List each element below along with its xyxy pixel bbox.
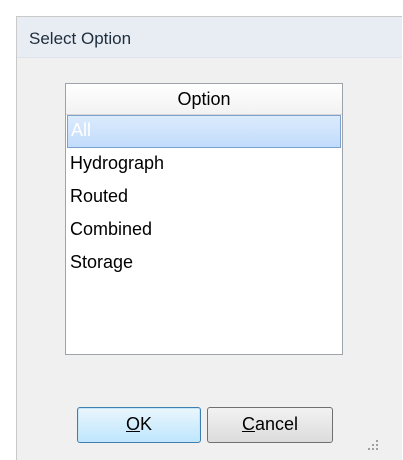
cancel-button[interactable]: Cancel bbox=[207, 407, 333, 443]
list-item-all[interactable]: All bbox=[67, 115, 341, 148]
list-item-combined[interactable]: Combined bbox=[66, 214, 342, 247]
dialog-title: Select Option bbox=[29, 29, 132, 48]
list-item-storage[interactable]: Storage bbox=[66, 247, 342, 280]
option-listbox[interactable]: Option All Hydrograph Routed Combined St… bbox=[65, 83, 343, 355]
list-item-hydrograph[interactable]: Hydrograph bbox=[66, 148, 342, 181]
list-column-header[interactable]: Option bbox=[66, 84, 342, 115]
cancel-button-label: ancel bbox=[254, 414, 299, 434]
ok-button[interactable]: OK bbox=[77, 407, 201, 443]
option-list: All Hydrograph Routed Combined Storage bbox=[66, 115, 342, 280]
resize-grip-icon[interactable] bbox=[366, 438, 380, 452]
select-option-dialog: Select Option Option All Hydrograph Rout… bbox=[16, 16, 402, 460]
title-bar[interactable]: Select Option bbox=[17, 17, 402, 58]
ok-button-accelerator: O bbox=[125, 414, 140, 434]
list-column-header-label: Option bbox=[177, 89, 231, 109]
ok-button-label: K bbox=[140, 414, 153, 434]
cancel-button-accelerator: C bbox=[241, 414, 255, 434]
list-item-routed[interactable]: Routed bbox=[66, 181, 342, 214]
